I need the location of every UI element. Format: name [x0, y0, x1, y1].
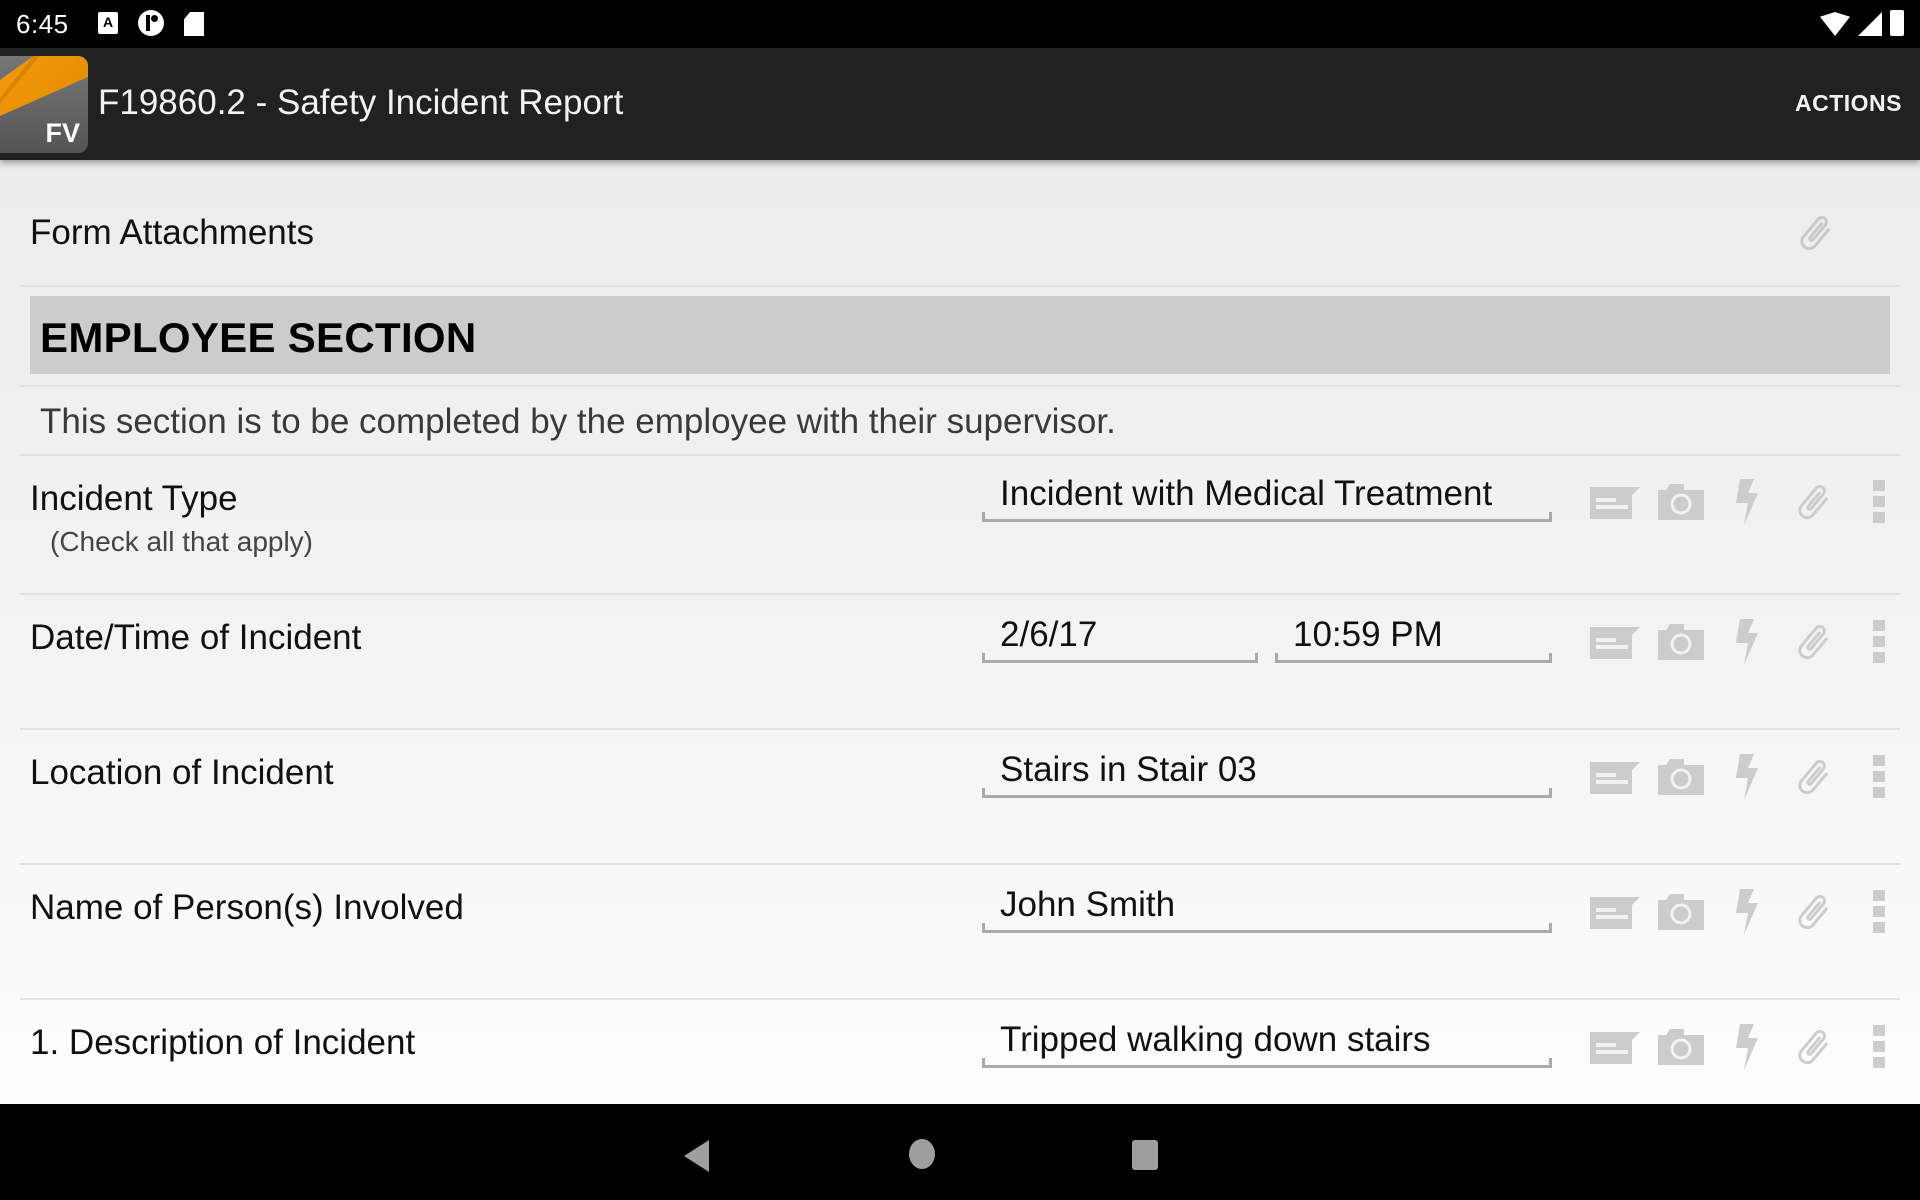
paperclip-icon[interactable] — [1793, 208, 1837, 258]
time-input[interactable]: 10:59 PM — [1275, 613, 1552, 663]
more-options-button[interactable] — [1846, 617, 1912, 667]
attach-button[interactable] — [1780, 477, 1846, 527]
camera-icon — [1658, 1029, 1704, 1065]
camera-icon — [1658, 759, 1704, 795]
note-icon — [1590, 1030, 1640, 1064]
note-icon — [1590, 760, 1640, 794]
back-button[interactable] — [684, 1140, 709, 1172]
wifi-icon — [1820, 12, 1850, 36]
more-vert-icon — [1873, 480, 1885, 524]
attach-button[interactable] — [1780, 617, 1846, 667]
date-input[interactable]: 2/6/17 — [982, 613, 1258, 663]
more-options-button[interactable] — [1846, 1022, 1912, 1072]
action-button[interactable] — [1714, 477, 1780, 527]
section-instruction: This section is to be completed by the e… — [40, 402, 1116, 441]
more-vert-icon — [1873, 755, 1885, 799]
note-button[interactable] — [1582, 1022, 1648, 1072]
field-sublabel: (Check all that apply) — [50, 526, 314, 557]
lightning-icon — [1734, 754, 1760, 800]
form-row-location: Location of Incident Stairs in Stair 03 — [0, 730, 1920, 865]
form-attachments-row[interactable]: Form Attachments — [0, 160, 1920, 285]
form-content[interactable]: Form Attachments EMPLOYEE SECTION This s… — [0, 160, 1920, 1104]
section-header: EMPLOYEE SECTION — [30, 296, 1890, 374]
form-row-description: 1. Description of Incident Tripped walki… — [0, 1000, 1920, 1104]
recents-button[interactable] — [1132, 1140, 1158, 1170]
lightning-icon — [1734, 479, 1760, 525]
camera-icon — [1658, 484, 1704, 520]
description-input[interactable]: Tripped walking down stairs — [982, 1018, 1552, 1068]
row-tools — [1582, 477, 1912, 527]
camera-button[interactable] — [1648, 752, 1714, 802]
more-vert-icon — [1873, 890, 1885, 934]
paperclip-icon — [1791, 888, 1835, 936]
section-title: EMPLOYEE SECTION — [40, 314, 477, 361]
action-button[interactable] — [1714, 617, 1780, 667]
sd-card-icon — [184, 12, 204, 36]
signal-icon — [1858, 12, 1882, 36]
attach-button[interactable] — [1780, 752, 1846, 802]
camera-button[interactable] — [1648, 887, 1714, 937]
attach-button[interactable] — [1780, 887, 1846, 937]
camera-button[interactable] — [1648, 1022, 1714, 1072]
field-label: Name of Person(s) Involved — [30, 888, 464, 927]
system-nav-bar — [0, 1104, 1920, 1200]
form-row-date-time: Date/Time of Incident 2/6/17 10:59 PM — [0, 595, 1920, 730]
logo-text: FV — [45, 118, 80, 148]
row-tools — [1582, 752, 1912, 802]
note-button[interactable] — [1582, 617, 1648, 667]
divider — [20, 385, 1900, 387]
action-button[interactable] — [1714, 752, 1780, 802]
more-options-button[interactable] — [1846, 887, 1912, 937]
form-attachments-label: Form Attachments — [30, 213, 314, 252]
row-tools — [1582, 887, 1912, 937]
paperclip-icon — [1791, 1023, 1835, 1071]
camera-icon — [1658, 894, 1704, 930]
p-notification-icon — [138, 10, 164, 36]
lightning-icon — [1734, 1024, 1760, 1070]
incident-type-input[interactable]: Incident with Medical Treatment — [982, 472, 1552, 522]
row-tools — [1582, 1022, 1912, 1072]
note-icon — [1590, 625, 1640, 659]
attach-button[interactable] — [1780, 1022, 1846, 1072]
actions-button[interactable]: ACTIONS — [1795, 90, 1902, 117]
home-button[interactable] — [909, 1139, 935, 1169]
divider — [20, 285, 1900, 287]
status-bar: 6:45 A — [0, 0, 1920, 48]
note-button[interactable] — [1582, 477, 1648, 527]
battery-icon — [1890, 10, 1904, 36]
page-title: F19860.2 - Safety Incident Report — [98, 83, 624, 122]
form-row-persons-involved: Name of Person(s) Involved John Smith — [0, 865, 1920, 1000]
app-bar: FV F19860.2 - Safety Incident Report ACT… — [0, 48, 1920, 160]
camera-button[interactable] — [1648, 477, 1714, 527]
paperclip-icon — [1791, 618, 1835, 666]
note-icon — [1590, 485, 1640, 519]
action-button[interactable] — [1714, 887, 1780, 937]
app-logo[interactable]: FV — [0, 56, 88, 153]
field-label: Date/Time of Incident — [30, 618, 362, 657]
lightning-icon — [1734, 889, 1760, 935]
form-row-incident-type: Incident Type (Check all that apply) Inc… — [0, 456, 1920, 594]
persons-involved-input[interactable]: John Smith — [982, 883, 1552, 933]
note-button[interactable] — [1582, 752, 1648, 802]
a-notification-icon: A — [98, 12, 118, 34]
more-vert-icon — [1873, 1025, 1885, 1069]
field-label: Incident Type — [30, 479, 238, 518]
note-button[interactable] — [1582, 887, 1648, 937]
system-indicators — [1820, 10, 1904, 36]
more-options-button[interactable] — [1846, 477, 1912, 527]
paperclip-icon — [1791, 753, 1835, 801]
note-icon — [1590, 895, 1640, 929]
action-button[interactable] — [1714, 1022, 1780, 1072]
paperclip-icon — [1791, 478, 1835, 526]
location-input[interactable]: Stairs in Stair 03 — [982, 748, 1552, 798]
lightning-icon — [1734, 619, 1760, 665]
field-label: Location of Incident — [30, 753, 334, 792]
camera-icon — [1658, 624, 1704, 660]
more-options-button[interactable] — [1846, 752, 1912, 802]
camera-button[interactable] — [1648, 617, 1714, 667]
status-time: 6:45 — [16, 9, 69, 39]
row-tools — [1582, 617, 1912, 667]
field-label: 1. Description of Incident — [30, 1023, 416, 1062]
more-vert-icon — [1873, 620, 1885, 664]
